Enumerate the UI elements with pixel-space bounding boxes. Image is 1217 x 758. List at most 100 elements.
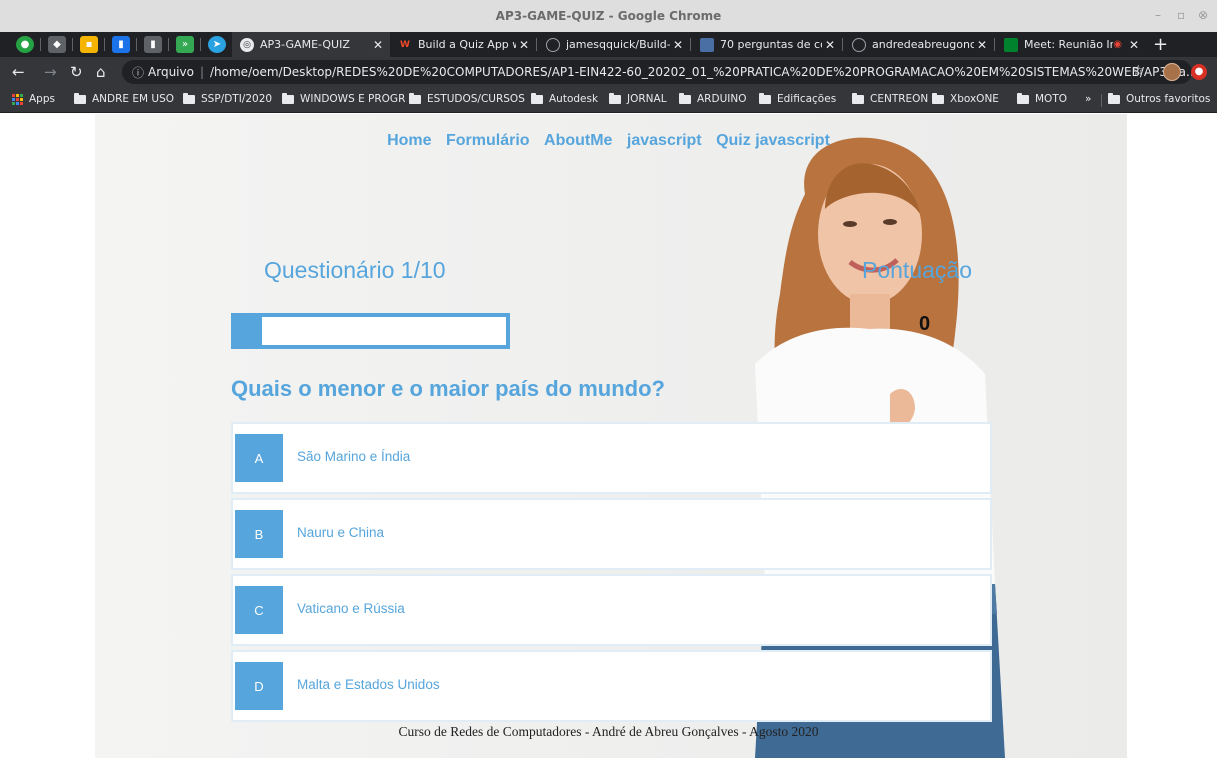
choice-text: Malta e Estados Unidos — [297, 677, 440, 692]
bookmark-label: XboxONE — [950, 93, 999, 105]
minimize-icon[interactable]: – — [1155, 8, 1161, 22]
browser-toolbar: ← → ↻ ⌂ ⓘ Arquivo | /home/oem/Desktop/RE… — [0, 57, 1217, 87]
folder-icon — [183, 92, 195, 104]
close-tab-icon[interactable]: ✕ — [670, 38, 686, 52]
choice-a[interactable]: A São Marino e Índia — [231, 422, 992, 494]
github-icon — [546, 37, 560, 52]
bookmark-folder[interactable]: Edificações — [759, 92, 837, 105]
pinned-tab-whatsapp-icon[interactable]: ● — [16, 36, 34, 53]
bookmark-label: ANDRE EM USO — [92, 93, 175, 105]
bookmark-folder[interactable]: XboxONE — [932, 92, 999, 105]
home-button[interactable]: ⌂ — [96, 63, 106, 81]
tab-label: 70 perguntas de con — [720, 38, 822, 51]
close-tab-icon[interactable]: ✕ — [822, 38, 838, 52]
bookmark-folder[interactable]: ESTUDOS/CURSOS — [409, 92, 525, 105]
choice-prefix: A — [235, 434, 283, 482]
extension-icon[interactable]: ● — [1191, 64, 1207, 80]
nav-link-formulario[interactable]: Formulário — [446, 132, 530, 149]
pinned-tab-keep-icon[interactable]: ▪ — [80, 36, 98, 53]
folder-icon — [932, 92, 944, 104]
pinned-tab-people-icon[interactable]: ◆ — [48, 36, 66, 53]
recording-icon: ◉ — [1113, 39, 1122, 50]
bookmark-star-icon[interactable]: ☆ — [1132, 63, 1145, 79]
bookmark-folder[interactable]: ARDUINO — [679, 92, 746, 105]
bookmark-folder[interactable]: MOTO — [1017, 92, 1067, 105]
tab-build-quiz-app[interactable]: W Build a Quiz App witl ✕ — [390, 32, 536, 57]
new-tab-button[interactable]: + — [1153, 34, 1168, 55]
image-icon — [700, 37, 714, 52]
bookmark-folder[interactable]: ANDRE EM USO — [74, 92, 175, 105]
bookmark-folder[interactable]: JORNAL — [609, 92, 667, 105]
close-tab-icon[interactable]: ✕ — [516, 38, 532, 52]
bookmark-folder[interactable]: CENTREON — [852, 92, 928, 105]
choice-prefix: B — [235, 510, 283, 558]
close-tab-icon[interactable]: ✕ — [370, 38, 386, 52]
choice-text: São Marino e Índia — [297, 449, 411, 464]
pinned-tab-telegram-icon[interactable]: ➤ — [208, 36, 226, 53]
score-value: 0 — [919, 313, 931, 335]
tab-jamesqquick[interactable]: jamesqquick/Build-A ✕ — [538, 32, 690, 57]
overflow-label: » — [1085, 93, 1092, 105]
reload-button[interactable]: ↻ — [70, 63, 83, 81]
folder-icon — [74, 92, 86, 104]
bookmark-apps[interactable]: Apps — [12, 93, 55, 105]
bookmarks-bar: Apps ANDRE EM USO SSP/DTI/2020 WINDOWS E… — [0, 87, 1217, 113]
close-window-icon[interactable]: ⊗ — [1198, 8, 1208, 22]
choice-prefix: D — [235, 662, 283, 710]
tab-70-perguntas[interactable]: 70 perguntas de con ✕ — [692, 32, 842, 57]
window-title: AP3-GAME-QUIZ - Google Chrome — [495, 9, 722, 23]
pinned-tab-trello-icon[interactable]: ▮ — [112, 36, 130, 53]
tab-label: Meet: Reunião Ir — [1024, 38, 1114, 51]
nav-link-home[interactable]: Home — [387, 132, 431, 149]
maximize-icon[interactable]: ▫ — [1177, 8, 1185, 22]
info-icon[interactable]: ⓘ — [132, 64, 144, 81]
tab-separator — [994, 38, 995, 51]
folder-icon — [282, 92, 294, 104]
question-counter: Questionário 1/10 — [264, 257, 446, 283]
choice-d[interactable]: D Malta e Estados Unidos — [231, 650, 992, 722]
pinned-tab-arrow-icon[interactable]: » — [176, 36, 194, 53]
pinned-tab-board-icon[interactable]: ▮ — [144, 36, 162, 53]
profile-avatar[interactable] — [1163, 63, 1181, 81]
close-tab-icon[interactable]: ✕ — [1126, 38, 1142, 52]
tab-separator — [40, 38, 41, 51]
choice-text: Nauru e China — [297, 525, 385, 540]
bookmark-folder[interactable]: SSP/DTI/2020 — [183, 92, 272, 105]
tab-separator — [72, 38, 73, 51]
tab-separator — [690, 38, 691, 51]
nav-link-javascript[interactable]: javascript — [627, 132, 702, 149]
window-titlebar: AP3-GAME-QUIZ - Google Chrome – ▫ ⊗ — [0, 0, 1217, 32]
back-button[interactable]: ← — [12, 63, 25, 81]
bookmark-label: WINDOWS E PROGR — [300, 93, 406, 105]
tab-separator — [536, 38, 537, 51]
tab-separator — [200, 38, 201, 51]
choice-prefix: C — [235, 586, 283, 634]
github-icon — [852, 37, 866, 52]
tab-ap3-game-quiz[interactable]: ◎ AP3-GAME-QUIZ ✕ — [232, 32, 390, 57]
folder-icon — [1017, 92, 1029, 104]
bookmark-other-favorites[interactable]: Outros favoritos — [1108, 92, 1211, 105]
tab-label: Build a Quiz App witl — [418, 38, 516, 51]
globe-icon: ◎ — [240, 37, 254, 52]
choice-c[interactable]: C Vaticano e Rússia — [231, 574, 992, 646]
nav-link-quiz-javascript[interactable]: Quiz javascript — [716, 132, 830, 149]
choice-b[interactable]: B Nauru e China — [231, 498, 992, 570]
progress-bar — [231, 313, 510, 349]
close-tab-icon[interactable]: ✕ — [974, 38, 990, 52]
apps-icon — [12, 93, 23, 105]
bookmark-folder[interactable]: Autodesk — [531, 92, 598, 105]
tab-andredeabreugonca[interactable]: andredeabreugonca ✕ — [844, 32, 994, 57]
bookmark-label: Edificações — [777, 93, 837, 105]
tab-meet[interactable]: Meet: Reunião Ir ◉ ✕ — [996, 32, 1146, 57]
nav-link-aboutme[interactable]: AboutMe — [544, 132, 612, 149]
address-bar[interactable]: ⓘ Arquivo | /home/oem/Desktop/REDES%20DE… — [122, 60, 1192, 84]
bookmark-label: ESTUDOS/CURSOS — [427, 93, 525, 105]
bookmark-folder[interactable]: WINDOWS E PROGR — [282, 92, 406, 105]
score-label: Pontuação — [862, 257, 972, 283]
forward-button[interactable]: → — [44, 63, 57, 81]
bookmarks-overflow-button[interactable]: » — [1085, 93, 1091, 105]
folder-icon — [759, 92, 771, 104]
folder-icon — [1108, 92, 1120, 104]
security-label: Arquivo — [148, 65, 194, 79]
bookmark-label: Outros favoritos — [1126, 93, 1211, 105]
